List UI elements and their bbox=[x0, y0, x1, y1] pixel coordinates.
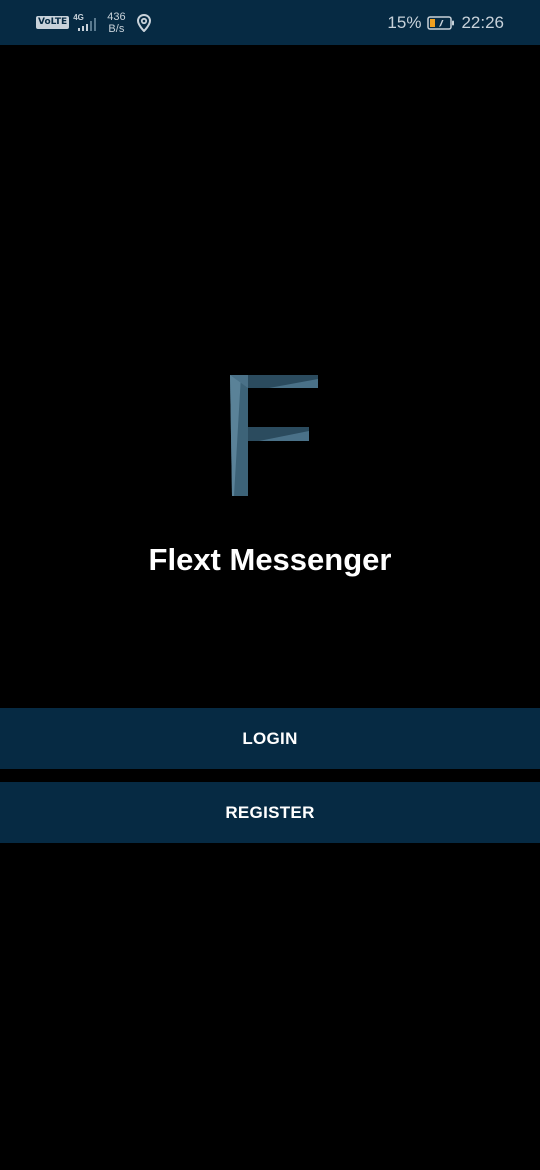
battery-percent: 15% bbox=[387, 12, 422, 32]
flext-logo-icon bbox=[230, 375, 318, 496]
clock-time: 22:26 bbox=[461, 12, 504, 32]
register-button[interactable]: REGISTER bbox=[0, 782, 540, 843]
login-button[interactable]: LOGIN bbox=[0, 708, 540, 769]
location-icon bbox=[136, 13, 151, 32]
signal-icon: 4G bbox=[73, 13, 99, 32]
network-speed-value: 436 bbox=[107, 10, 126, 23]
app-title: Flext Messenger bbox=[148, 542, 392, 577]
battery-icon bbox=[427, 15, 455, 30]
volte-badge: VoLTE bbox=[36, 16, 70, 29]
status-bar-left: VoLTE 4G 436 B/s bbox=[36, 0, 152, 45]
status-bar: VoLTE 4G 436 B/s 15% 22:26 bbox=[0, 0, 540, 45]
network-speed: 436 B/s bbox=[107, 11, 125, 35]
status-bar-right: 15% 22:26 bbox=[387, 0, 504, 45]
network-speed-unit: B/s bbox=[108, 22, 125, 35]
